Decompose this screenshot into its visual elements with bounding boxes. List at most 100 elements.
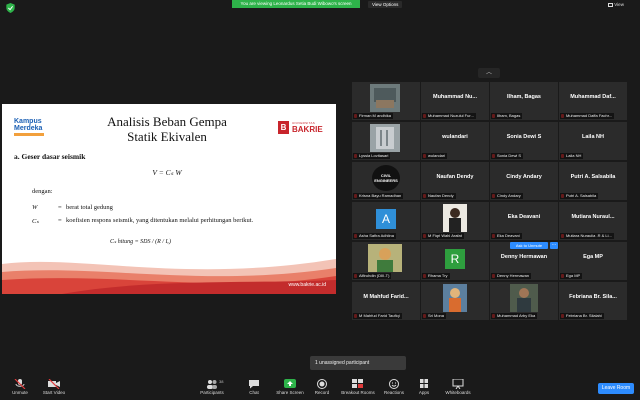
view-options-button[interactable]: View Options [368, 1, 403, 8]
participant-name-label: Lyssia Lovitasari [353, 153, 391, 159]
participant-name-label: Krisna Bayu Ramadhan [353, 193, 404, 199]
participant-name-label: Febriana Br. Silalahi [560, 313, 604, 319]
chat-bubble-icon [249, 380, 259, 389]
participant-name: Ega MP [583, 254, 603, 260]
participant-tile[interactable]: Muhammad Arby Eka [490, 282, 558, 320]
participant-name-label: Naufan Dendy [422, 193, 456, 199]
civil-text: CIVIL ENGINEERS [374, 173, 398, 183]
participant-tile[interactable]: Putri A. Salsabila Putri A. Salsabila [559, 162, 627, 200]
participant-tile[interactable]: Eka Deavani Eka Deavani [490, 202, 558, 240]
participant-tile[interactable]: M Fiqri Wahl Arafat [421, 202, 489, 240]
slide-footer-waves [2, 259, 336, 294]
participant-video [370, 84, 400, 112]
participant-name: Eka Deavani [507, 214, 541, 220]
participant-tile[interactable]: Ilham, Bagas Ilham, Bagas [490, 82, 558, 120]
participant-tile[interactable]: Sri Mona [421, 282, 489, 320]
participant-name-label: Ilham, Bagas [491, 113, 523, 119]
participant-tile[interactable]: Ega MP Ega MP [559, 242, 627, 280]
definition-equals: = [58, 217, 62, 224]
meeting-toolbar: Unmute Start Video 38 Participants Chat … [0, 376, 640, 400]
bakrie-mark: B [278, 121, 289, 134]
participant-name-label: Cindy Andary [491, 193, 523, 199]
participant-tile[interactable]: R Rhama Try [421, 242, 489, 280]
formula-base-shear: V = Cₛ W [152, 168, 182, 177]
participant-name-label: Firman M andhika [353, 113, 394, 119]
slide-title: Analisis Beban Gempa Statik Ekivalen [72, 114, 262, 144]
kampus-merdeka-logo: Kampus Merdeka [14, 118, 52, 136]
participant-name-label: Mutiara Nuraulia .R & Li... [560, 233, 614, 239]
participant-name: Denny Hermawan [500, 254, 548, 260]
more-options-button[interactable]: ... [550, 242, 558, 249]
leave-room-button[interactable]: Leave Room [598, 383, 634, 394]
universitas-bakrie-logo: B UNIVERSITAS BAKRIE [278, 120, 330, 136]
section-heading: a. Geser dasar seismik [14, 152, 86, 161]
participants-label: Participants [200, 390, 224, 395]
participant-video [510, 284, 538, 312]
breakout-rooms-button[interactable]: Breakout Rooms [338, 378, 378, 398]
participant-name: Muhammad Nu... [432, 94, 477, 100]
participant-name-label: Sri Mona [422, 313, 447, 319]
participant-name: Muhammad Daf... [570, 94, 616, 100]
participant-tile[interactable]: Cindy Andary Cindy Andary [490, 162, 558, 200]
participant-tile[interactable]: Laila NH Laila NH [559, 122, 627, 160]
security-shield-icon[interactable] [6, 3, 15, 13]
dengan-label: dengan: [32, 188, 53, 195]
start-video-button[interactable]: Start Video [34, 378, 74, 398]
participant-name-label: Alfiruhdin (DIII-T) [353, 273, 392, 279]
gallery-page-up-button[interactable]: ︿ [478, 68, 500, 78]
participant-name-label: Sonia Dewi S [491, 153, 524, 159]
participant-tile[interactable]: Lyssia Lovitasari [352, 122, 420, 160]
participant-video [370, 124, 400, 152]
participant-tile[interactable]: A Asha Safira Adhlina [352, 202, 420, 240]
video-off-icon [48, 379, 60, 389]
participant-name-label: Asha Safira Adhlina [353, 233, 396, 239]
chat-button[interactable]: Chat [234, 378, 274, 398]
participant-tile[interactable]: Muhammad Daf... Muhammad Daffa Fachr... [559, 82, 627, 120]
definition-symbol: W [32, 204, 38, 211]
participant-tile[interactable]: M Mahfud Farid... M Mahfud Farid Taufiqi [352, 282, 420, 320]
participant-tile[interactable]: Firman M andhika [352, 82, 420, 120]
grid-icon [608, 2, 613, 7]
participant-tile[interactable]: Sonia Dewi S Sonia Dewi S [490, 122, 558, 160]
participant-tile[interactable]: Naufan Dendy Naufan Dendy [421, 162, 489, 200]
ask-to-unmute-button[interactable]: Ask to Unmute [510, 242, 548, 249]
participants-count: 38 [219, 379, 224, 384]
participant-name-label: Laila NH [560, 153, 584, 159]
participant-name-label: wulandari [422, 153, 448, 159]
participant-video [368, 244, 402, 272]
participant-name: Cindy Andary [506, 174, 542, 180]
unassigned-participant-notice[interactable]: 1 unassigned participant [310, 356, 406, 370]
participant-tile[interactable]: wulandari wulandari [421, 122, 489, 160]
start-video-label: Start Video [42, 390, 66, 395]
participant-tile[interactable]: Febriana Br. Sila... Febriana Br. Silala… [559, 282, 627, 320]
participants-button[interactable]: 38 Participants [192, 378, 232, 398]
chevron-up-icon: ︿ [485, 70, 492, 76]
participant-name: Ilham, Bagas [507, 94, 541, 100]
slide-title-line1: Analisis Beban Gempa [107, 114, 227, 129]
participant-name: Febriana Br. Sila... [569, 294, 617, 300]
participant-name-label: Muhammad Arby Eka [491, 313, 538, 319]
participant-name-label: Ega MP [560, 273, 583, 279]
view-button[interactable]: View [608, 2, 624, 8]
participant-name-label: M Mahfud Farid Taufiqi [353, 313, 402, 319]
participant-name: Sonia Dewi S [506, 134, 542, 140]
definition-text: koefisien respons seismik, yang ditentuk… [66, 217, 254, 224]
definition-equals: = [58, 204, 62, 211]
participant-name: Laila NH [581, 134, 604, 140]
definition-symbol: Cₛ [32, 218, 39, 225]
apps-grid-icon [420, 379, 428, 388]
record-button[interactable]: Record [302, 378, 342, 398]
logo-text-line1: Kampus [14, 118, 42, 125]
participant-name-label: Muhammad Daffa Fachr... [560, 113, 615, 119]
participant-tile[interactable]: Muhammad Nu... Muhammad Nuzulul Fur... [421, 82, 489, 120]
participant-tile[interactable]: Alfiruhdin (DIII-T) [352, 242, 420, 280]
participant-avatar: R [445, 249, 465, 269]
shared-screen[interactable]: Kampus Merdeka Analisis Beban Gempa Stat… [2, 104, 336, 294]
participant-tile[interactable]: Mutiara Nuraul... Mutiara Nuraulia .R & … [559, 202, 627, 240]
record-label: Record [314, 390, 330, 395]
chat-label: Chat [249, 390, 259, 395]
participant-name-label: Putri A. Salsabila [560, 193, 599, 199]
breakout-rooms-icon [352, 379, 363, 388]
whiteboards-button[interactable]: Whiteboards [438, 378, 478, 398]
participant-tile[interactable]: CIVIL ENGINEERS Krisna Bayu Ramadhan [352, 162, 420, 200]
